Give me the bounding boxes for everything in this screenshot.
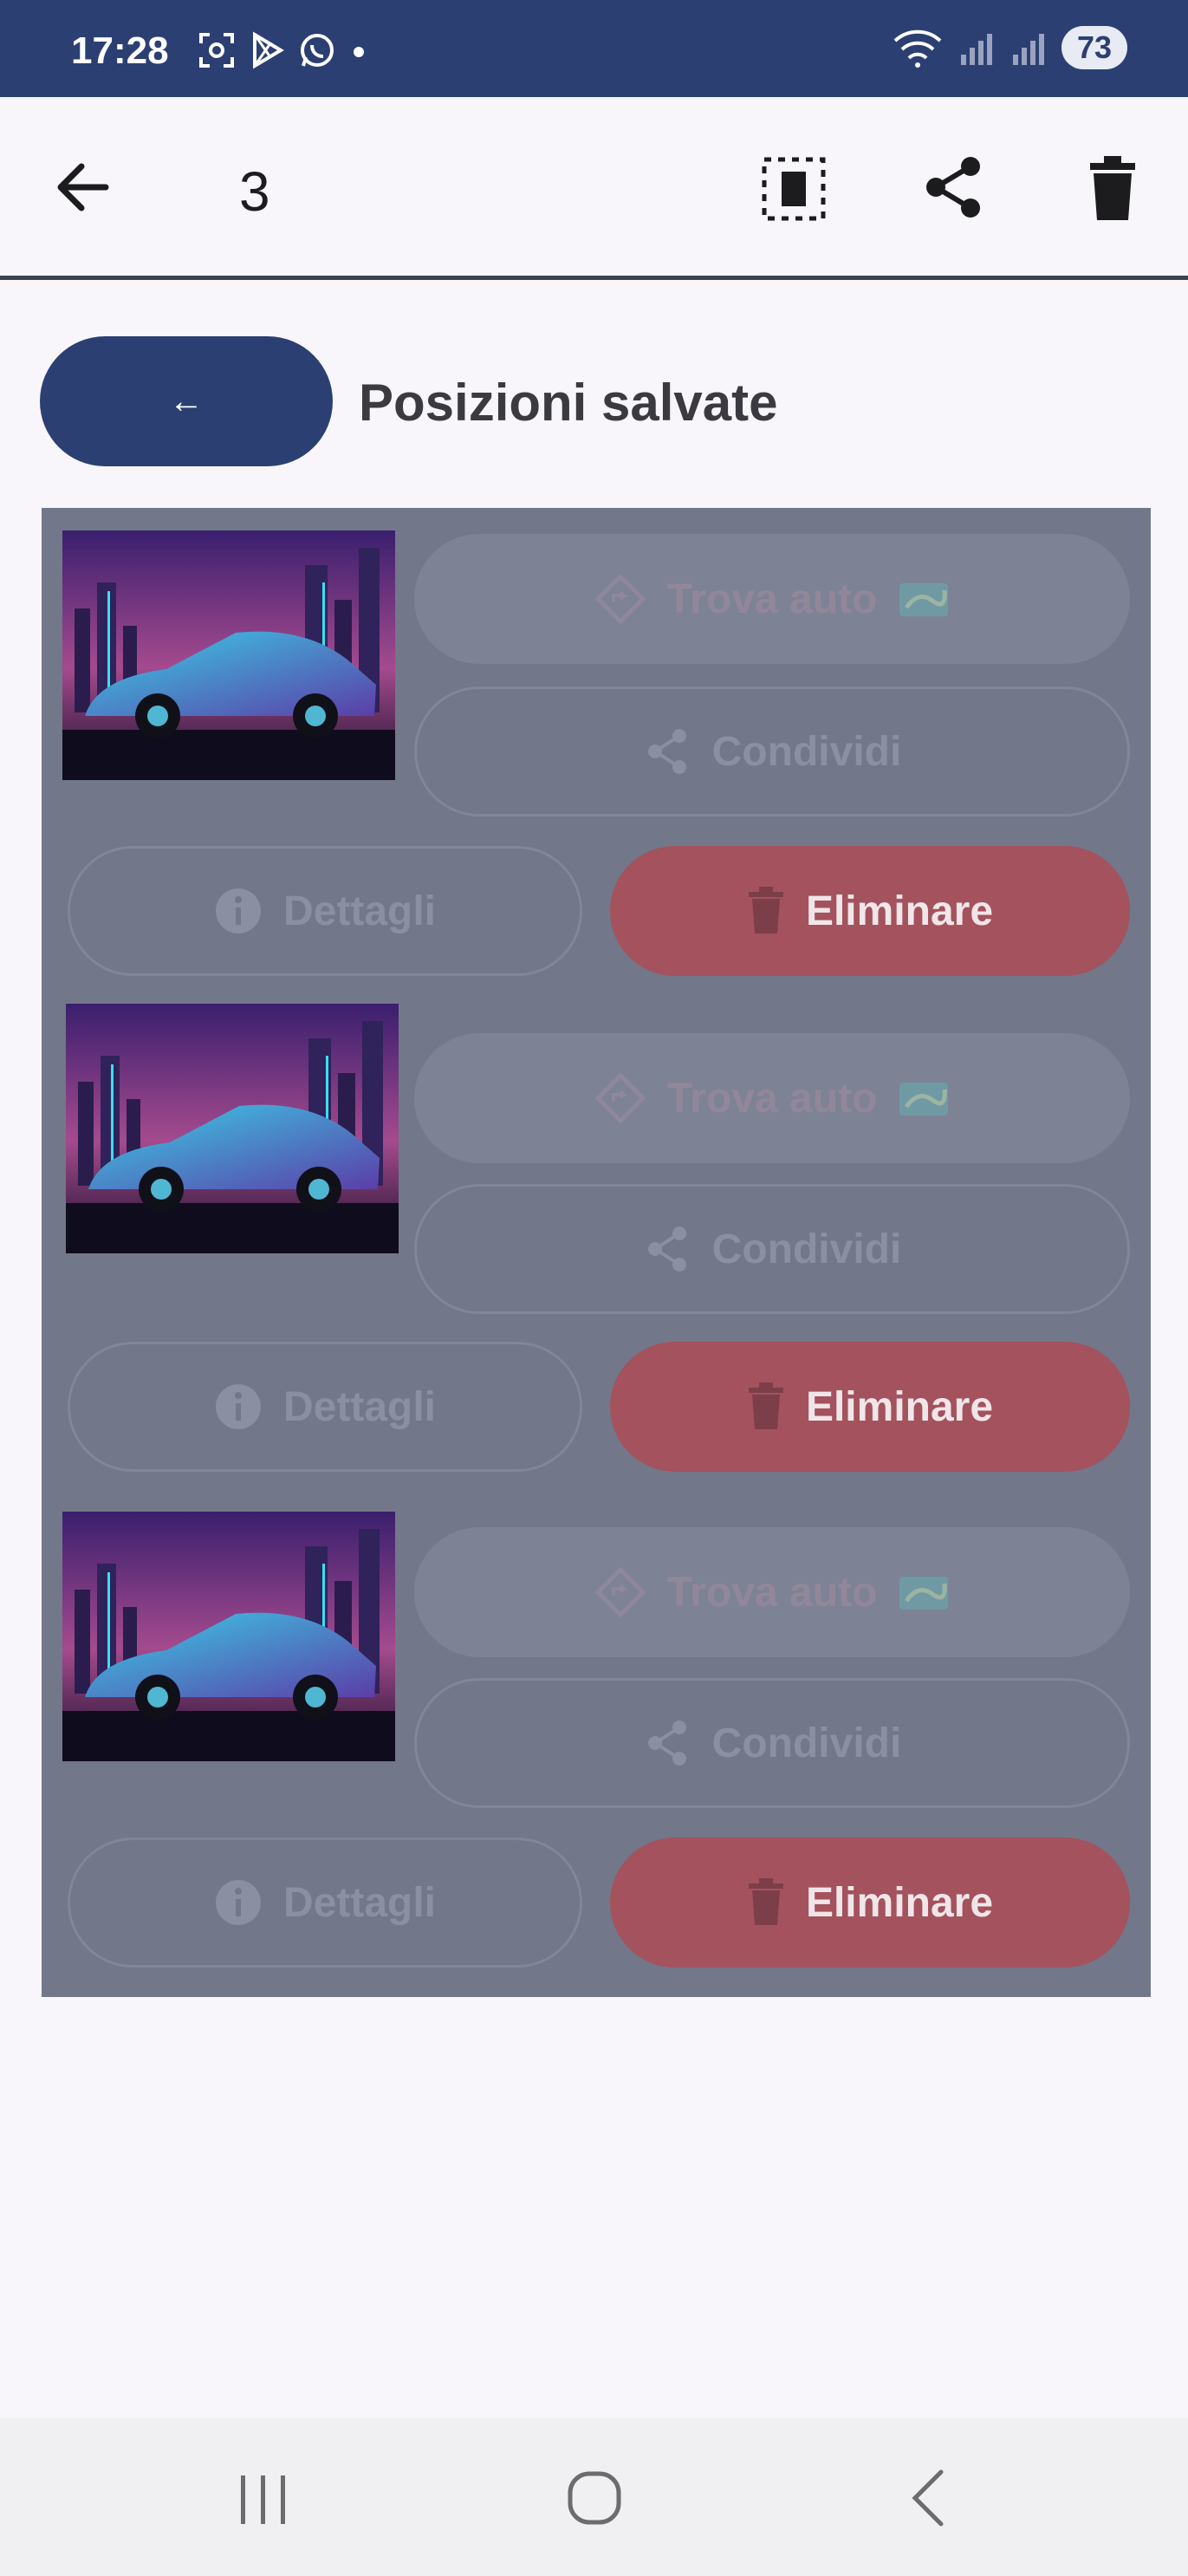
delete-label: Eliminare bbox=[805, 1879, 994, 1926]
status-time: 17:28 bbox=[71, 29, 169, 72]
back-button[interactable]: ← bbox=[40, 336, 333, 466]
share-icon bbox=[647, 729, 686, 774]
delete-position-button[interactable]: Eliminare bbox=[610, 846, 1130, 976]
share-icon bbox=[647, 1721, 686, 1766]
trash-icon bbox=[748, 887, 783, 933]
battery-indicator: 73 bbox=[1061, 26, 1127, 69]
trash-icon bbox=[748, 1382, 783, 1429]
info-icon bbox=[215, 888, 261, 933]
back-arrow-icon[interactable] bbox=[50, 154, 116, 220]
system-navigation-bar bbox=[0, 2418, 1188, 2576]
directions-icon bbox=[594, 573, 646, 625]
car-thumbnail bbox=[66, 1004, 399, 1253]
play-store-icon bbox=[253, 31, 284, 69]
nav-back-icon[interactable] bbox=[906, 2467, 948, 2529]
details-button[interactable]: Dettagli bbox=[68, 846, 582, 976]
directions-icon bbox=[594, 1072, 646, 1124]
status-notification-icons bbox=[198, 31, 369, 69]
wifi-icon bbox=[893, 29, 942, 68]
selected-count: 3 bbox=[239, 160, 270, 223]
recent-apps-icon[interactable] bbox=[236, 2472, 291, 2527]
find-car-button[interactable]: Trova auto bbox=[414, 534, 1130, 664]
saved-position-card[interactable]: Trova auto Condividi Dettagli Eliminare bbox=[42, 1499, 1151, 1981]
directions-icon bbox=[594, 1566, 646, 1618]
map-icon bbox=[899, 1577, 949, 1610]
info-icon bbox=[215, 1880, 261, 1925]
delete-label: Eliminare bbox=[805, 1383, 994, 1430]
screenshot-icon bbox=[199, 33, 234, 68]
home-icon[interactable] bbox=[565, 2469, 624, 2527]
car-thumbnail bbox=[62, 530, 395, 780]
share-label: Condividi bbox=[711, 1226, 902, 1272]
signal-icon bbox=[960, 34, 992, 65]
share-position-button[interactable]: Condividi bbox=[414, 1184, 1130, 1314]
saved-position-card[interactable]: Trova auto Condividi Dettagli Eliminare bbox=[42, 1004, 1151, 1486]
select-all-icon[interactable] bbox=[759, 154, 828, 224]
selection-overlay: Trova auto Condividi Dettagli Eliminare bbox=[42, 508, 1151, 1997]
share-position-button[interactable]: Condividi bbox=[414, 1678, 1130, 1808]
share-icon[interactable] bbox=[919, 153, 988, 222]
find-car-button[interactable]: Trova auto bbox=[414, 1527, 1130, 1657]
signal-icon-2 bbox=[1012, 34, 1044, 65]
page-title: Posizioni salvate bbox=[359, 374, 778, 432]
find-car-button[interactable]: Trova auto bbox=[414, 1033, 1130, 1163]
details-button[interactable]: Dettagli bbox=[68, 1838, 582, 1968]
status-system-icons: 73 bbox=[892, 26, 1127, 69]
find-car-label: Trova auto bbox=[666, 1569, 878, 1616]
selection-toolbar: 3 bbox=[0, 97, 1188, 280]
info-icon bbox=[215, 1384, 261, 1429]
details-label: Dettagli bbox=[282, 1879, 436, 1926]
delete-icon[interactable] bbox=[1085, 154, 1140, 224]
trash-icon bbox=[748, 1878, 783, 1925]
car-thumbnail bbox=[62, 1512, 395, 1761]
share-icon bbox=[647, 1226, 686, 1272]
delete-position-button[interactable]: Eliminare bbox=[610, 1342, 1130, 1472]
map-icon bbox=[899, 583, 949, 616]
saved-position-card[interactable]: Trova auto Condividi Dettagli Eliminare bbox=[42, 508, 1151, 990]
back-button-label: ← bbox=[169, 381, 204, 420]
delete-label: Eliminare bbox=[805, 888, 994, 934]
share-position-button[interactable]: Condividi bbox=[414, 686, 1130, 816]
status-bar: 17:28 73 bbox=[0, 0, 1188, 97]
details-label: Dettagli bbox=[282, 1383, 436, 1430]
find-car-label: Trova auto bbox=[666, 1075, 878, 1122]
details-label: Dettagli bbox=[282, 888, 436, 934]
details-button[interactable]: Dettagli bbox=[68, 1342, 582, 1472]
map-icon bbox=[899, 1083, 949, 1116]
delete-position-button[interactable]: Eliminare bbox=[610, 1838, 1130, 1968]
notification-dot-icon bbox=[354, 47, 364, 57]
whatsapp-icon bbox=[301, 34, 334, 67]
share-label: Condividi bbox=[711, 728, 902, 775]
find-car-label: Trova auto bbox=[666, 576, 878, 622]
share-label: Condividi bbox=[711, 1720, 902, 1766]
